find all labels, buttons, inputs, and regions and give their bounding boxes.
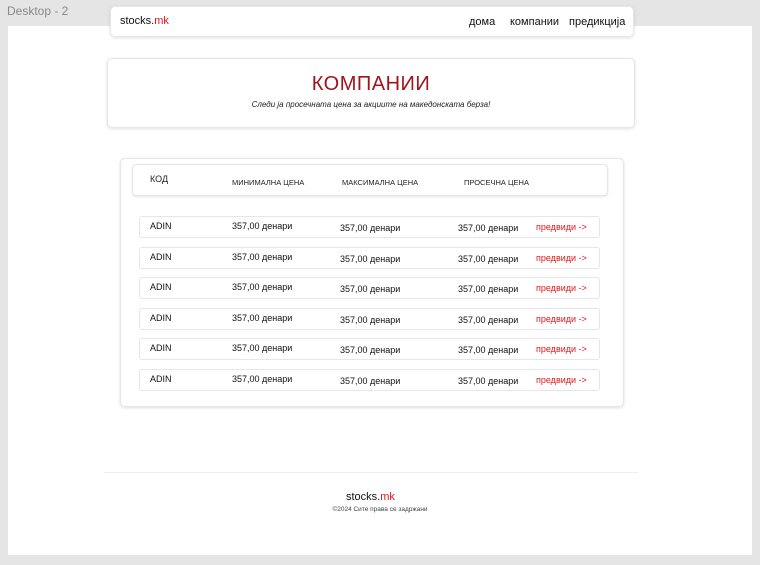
cell-min-price: 357,00 денари bbox=[232, 313, 293, 323]
predict-link[interactable]: предвиди -> bbox=[536, 314, 587, 324]
brand-name: stocks. bbox=[120, 15, 155, 27]
nav-link-companies[interactable]: компании bbox=[510, 16, 559, 28]
predict-link[interactable]: предвиди -> bbox=[536, 375, 587, 385]
cell-code: ADIN bbox=[150, 221, 172, 231]
table-header: КОД МИНИМАЛНА ЦЕНА МАКСИМАЛНА ЦЕНА ПРОСЕ… bbox=[132, 164, 608, 196]
predict-link[interactable]: предвиди -> bbox=[536, 283, 587, 293]
table-row: ADIN 357,00 денари 357,00 денари 357,00 … bbox=[139, 216, 600, 238]
cell-min-price: 357,00 денари bbox=[232, 343, 293, 353]
page-subtitle: Следи ја просечната цена за акциите на м… bbox=[251, 100, 491, 109]
header-min-price: МИНИМАЛНА ЦЕНА bbox=[232, 178, 305, 187]
cell-code: ADIN bbox=[150, 252, 172, 262]
table-row: ADIN 357,00 денари 357,00 денари 357,00 … bbox=[139, 308, 600, 330]
cell-avg-price: 357,00 денари bbox=[458, 345, 519, 355]
header-code: КОД bbox=[150, 174, 169, 184]
brand-suffix: mk bbox=[380, 491, 395, 503]
brand-suffix: mk bbox=[154, 15, 169, 27]
header-avg-price: ПРОСЕЧНА ЦЕНА bbox=[464, 178, 529, 187]
cell-max-price: 357,00 денари bbox=[340, 223, 401, 233]
nav-link-prediction[interactable]: предикција bbox=[569, 16, 625, 28]
table-row: ADIN 357,00 денари 357,00 денари 357,00 … bbox=[139, 247, 600, 269]
copyright-text: ©2024 Сите права се задржани bbox=[332, 506, 428, 513]
predict-link[interactable]: предвиди -> bbox=[536, 222, 587, 232]
predict-link[interactable]: предвиди -> bbox=[536, 344, 587, 354]
companies-table: КОД МИНИМАЛНА ЦЕНА МАКСИМАЛНА ЦЕНА ПРОСЕ… bbox=[120, 158, 624, 407]
nav-link-home[interactable]: дома bbox=[469, 16, 495, 28]
footer-brand-logo[interactable]: stocks.mk bbox=[346, 491, 395, 503]
cell-min-price: 357,00 денари bbox=[232, 221, 293, 231]
cell-max-price: 357,00 денари bbox=[340, 284, 401, 294]
footer-divider bbox=[104, 472, 638, 473]
cell-avg-price: 357,00 денари bbox=[458, 284, 519, 294]
table-row: ADIN 357,00 денари 357,00 денари 357,00 … bbox=[139, 277, 600, 299]
navbar: stocks.mk дома компании предикција bbox=[110, 6, 634, 37]
header-max-price: МАКСИМАЛНА ЦЕНА bbox=[342, 178, 419, 187]
cell-code: ADIN bbox=[150, 374, 172, 384]
table-row: ADIN 357,00 денари 357,00 денари 357,00 … bbox=[139, 338, 600, 360]
page-title: КОМПАНИИ bbox=[311, 73, 431, 95]
cell-code: ADIN bbox=[150, 343, 172, 353]
cell-code: ADIN bbox=[150, 282, 172, 292]
cell-avg-price: 357,00 денари bbox=[458, 315, 519, 325]
frame-label: Desktop - 2 bbox=[7, 4, 69, 18]
cell-min-price: 357,00 денари bbox=[232, 374, 293, 384]
cell-min-price: 357,00 денари bbox=[232, 282, 293, 292]
cell-max-price: 357,00 денари bbox=[340, 376, 401, 386]
brand-name: stocks. bbox=[346, 491, 381, 503]
cell-max-price: 357,00 денари bbox=[340, 315, 401, 325]
brand-logo[interactable]: stocks.mk bbox=[120, 15, 169, 27]
cell-code: ADIN bbox=[150, 313, 172, 323]
hero-card: КОМПАНИИ Следи ја просечната цена за акц… bbox=[107, 58, 635, 128]
cell-avg-price: 357,00 денари bbox=[458, 254, 519, 264]
cell-max-price: 357,00 денари bbox=[340, 345, 401, 355]
cell-avg-price: 357,00 денари bbox=[458, 376, 519, 386]
cell-min-price: 357,00 денари bbox=[232, 252, 293, 262]
cell-max-price: 357,00 денари bbox=[340, 254, 401, 264]
table-row: ADIN 357,00 денари 357,00 денари 357,00 … bbox=[139, 369, 600, 391]
cell-avg-price: 357,00 денари bbox=[458, 223, 519, 233]
predict-link[interactable]: предвиди -> bbox=[536, 253, 587, 263]
